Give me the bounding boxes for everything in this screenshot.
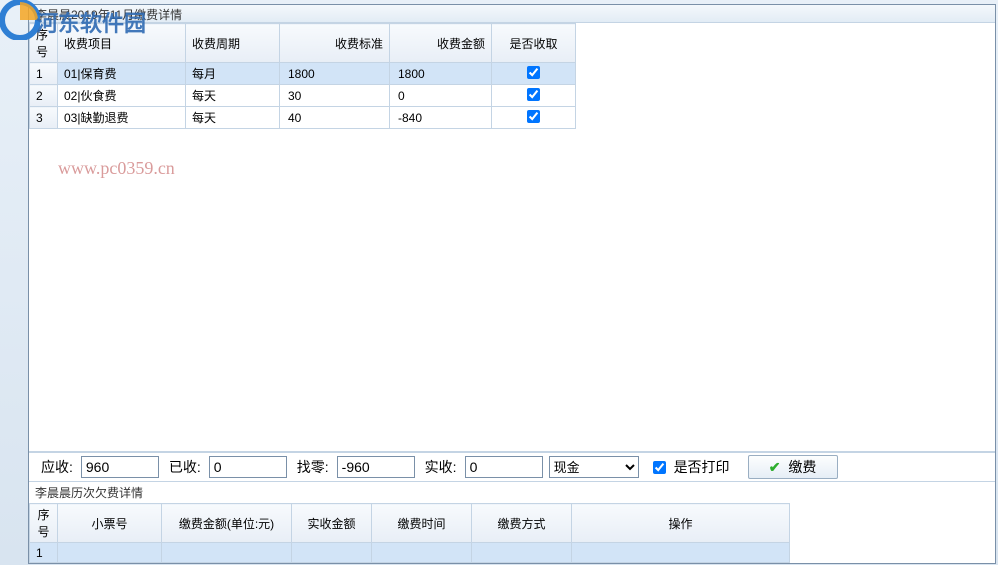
checkbox-print[interactable] xyxy=(653,461,666,474)
hcell-seq: 1 xyxy=(30,543,58,563)
table-row[interactable]: 202|伙食费每天300 xyxy=(30,85,576,107)
check-icon: ✔ xyxy=(769,459,781,476)
cell-cycle: 每天 xyxy=(186,85,280,107)
pay-button[interactable]: ✔ 缴费 xyxy=(748,455,838,479)
cell-collect xyxy=(492,107,576,129)
history-table: 序号 小票号 缴费金额(单位:元) 实收金额 缴费时间 缴费方式 操作 1 xyxy=(29,503,995,563)
hcell-amount xyxy=(162,543,292,563)
hcol-ticket[interactable]: 小票号 xyxy=(58,504,162,543)
table-row[interactable]: 303|缺勤退费每天40-840 xyxy=(30,107,576,129)
table-row[interactable]: 1 xyxy=(30,543,790,563)
payment-window: 李晨晨2019年11月缴费详情 序号 收费项目 收费周期 收费标准 收费金额 是… xyxy=(28,4,996,564)
cell-seq: 2 xyxy=(30,85,58,107)
col-cycle[interactable]: 收费周期 xyxy=(186,24,280,63)
history-title: 李晨晨历次欠费详情 xyxy=(29,482,995,503)
fee-table-header: 序号 收费项目 收费周期 收费标准 收费金额 是否收取 xyxy=(30,24,576,63)
history-table-header: 序号 小票号 缴费金额(单位:元) 实收金额 缴费时间 缴费方式 操作 xyxy=(30,504,790,543)
cell-amount: 0 xyxy=(390,85,492,107)
label-print: 是否打印 xyxy=(674,457,730,477)
cell-cycle: 每月 xyxy=(186,63,280,85)
cell-item: 01|保育费 xyxy=(58,63,186,85)
hcell-ticket xyxy=(58,543,162,563)
input-should[interactable] xyxy=(81,456,159,478)
input-actual[interactable] xyxy=(465,456,543,478)
table-row[interactable]: 101|保育费每月18001800 xyxy=(30,63,576,85)
col-std[interactable]: 收费标准 xyxy=(280,24,390,63)
cell-seq: 3 xyxy=(30,107,58,129)
hcol-time[interactable]: 缴费时间 xyxy=(372,504,472,543)
col-amount[interactable]: 收费金额 xyxy=(390,24,492,63)
hcol-amount[interactable]: 缴费金额(单位:元) xyxy=(162,504,292,543)
select-payment-method[interactable]: 现金 xyxy=(549,456,639,478)
summary-bar: 应收: 已收: 找零: 实收: 现金 是否打印 ✔ 缴费 xyxy=(29,452,995,482)
cell-std: 40 xyxy=(280,107,390,129)
input-change[interactable] xyxy=(337,456,415,478)
hcell-op xyxy=(572,543,790,563)
cell-collect xyxy=(492,63,576,85)
pay-button-label: 缴费 xyxy=(788,457,816,477)
cell-std: 30 xyxy=(280,85,390,107)
cell-amount: 1800 xyxy=(390,63,492,85)
cell-seq: 1 xyxy=(30,63,58,85)
cell-std: 1800 xyxy=(280,63,390,85)
label-actual: 实收: xyxy=(425,457,457,477)
hcell-actual xyxy=(292,543,372,563)
fee-table: 序号 收费项目 收费周期 收费标准 收费金额 是否收取 101|保育费每月180… xyxy=(29,23,995,452)
window-title: 李晨晨2019年11月缴费详情 xyxy=(29,5,995,23)
hcol-seq[interactable]: 序号 xyxy=(30,504,58,543)
label-already: 已收: xyxy=(169,457,201,477)
row-checkbox[interactable] xyxy=(527,88,540,101)
cell-amount: -840 xyxy=(390,107,492,129)
row-checkbox[interactable] xyxy=(527,110,540,123)
hcol-way[interactable]: 缴费方式 xyxy=(472,504,572,543)
col-item[interactable]: 收费项目 xyxy=(58,24,186,63)
hcell-way xyxy=(472,543,572,563)
hcell-time xyxy=(372,543,472,563)
row-checkbox[interactable] xyxy=(527,66,540,79)
cell-cycle: 每天 xyxy=(186,107,280,129)
col-seq[interactable]: 序号 xyxy=(30,24,58,63)
col-collect[interactable]: 是否收取 xyxy=(492,24,576,63)
input-already[interactable] xyxy=(209,456,287,478)
hcol-actual[interactable]: 实收金额 xyxy=(292,504,372,543)
label-change: 找零: xyxy=(297,457,329,477)
hcol-op[interactable]: 操作 xyxy=(572,504,790,543)
cell-collect xyxy=(492,85,576,107)
cell-item: 02|伙食费 xyxy=(58,85,186,107)
label-should: 应收: xyxy=(41,457,73,477)
cell-item: 03|缺勤退费 xyxy=(58,107,186,129)
